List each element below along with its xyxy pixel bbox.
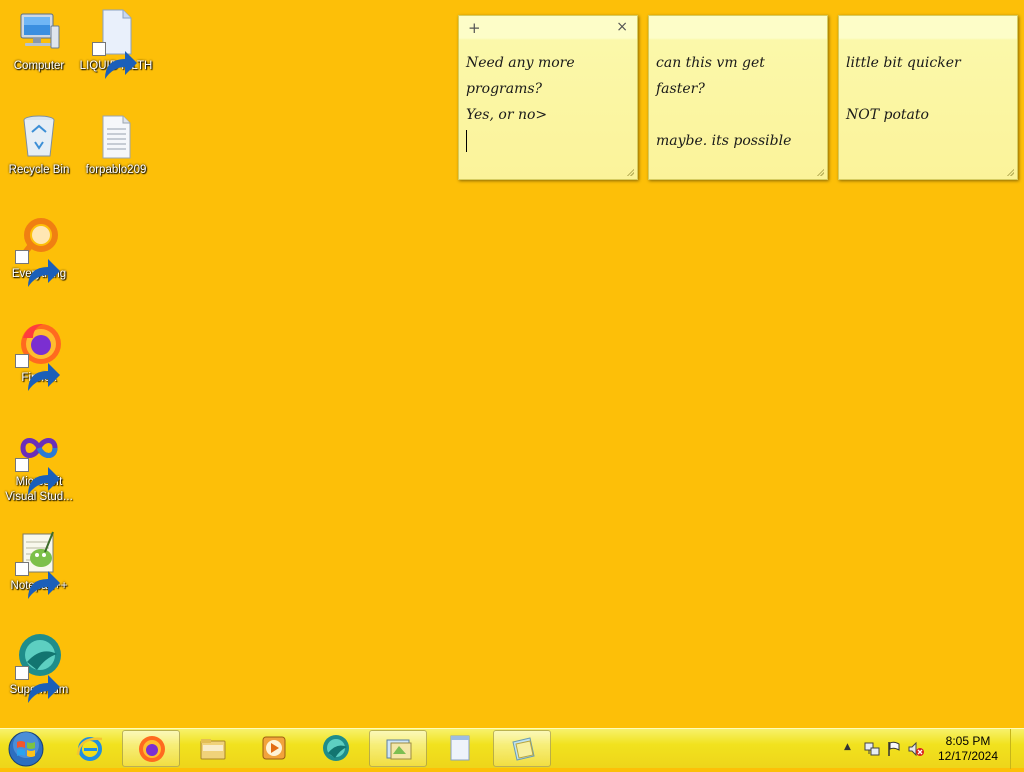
taskbar-windows-explorer[interactable] xyxy=(369,730,427,767)
clock-time: 8:05 PM xyxy=(945,734,991,748)
resize-grip-icon[interactable] xyxy=(1006,168,1014,176)
shortcut-arrow-icon xyxy=(15,562,60,599)
taskbar-file-explorer[interactable] xyxy=(184,730,242,767)
desktop-icon-supermium[interactable]: Supermium xyxy=(1,632,77,703)
visual-studio-icon xyxy=(15,424,63,495)
explorer-window-icon xyxy=(386,739,412,760)
desktop-icon-everything[interactable]: Everything xyxy=(1,216,77,287)
taskbar-internet-explorer[interactable] xyxy=(61,730,119,767)
recycle-bin-icon xyxy=(15,112,63,160)
new-note-button[interactable]: + xyxy=(468,19,481,37)
desktop-icon-visual-studio[interactable]: Microsoft Visual Stud... xyxy=(1,424,77,505)
delete-note-button[interactable]: × xyxy=(616,19,628,35)
network-icon[interactable] xyxy=(864,741,880,757)
sticky-note[interactable]: + × Need any more programs? Yes, or no> xyxy=(458,15,638,180)
shortcut-arrow-icon xyxy=(92,42,137,79)
taskbar-firefox[interactable] xyxy=(122,730,180,767)
taskbar-supermium[interactable] xyxy=(307,730,365,767)
clock-date: 12/17/2024 xyxy=(937,749,999,763)
shortcut-arrow-icon xyxy=(15,458,60,495)
internet-explorer-icon xyxy=(76,737,103,761)
taskbar-notepad[interactable] xyxy=(431,730,489,767)
start-button[interactable] xyxy=(4,730,48,768)
sticky-note-titlebar[interactable] xyxy=(649,16,827,40)
folder-icon xyxy=(200,739,226,760)
sticky-note-text[interactable]: Need any more programs? Yes, or no> xyxy=(459,40,637,154)
show-desktop-button[interactable] xyxy=(1010,729,1024,769)
sticky-note-titlebar[interactable] xyxy=(839,16,1017,40)
media-player-icon xyxy=(262,736,286,760)
sticky-note[interactable]: can this vm get faster? maybe. its possi… xyxy=(648,15,828,180)
taskbar-sticky-notes[interactable] xyxy=(493,730,551,767)
resize-grip-icon[interactable] xyxy=(816,168,824,176)
firefox-icon xyxy=(15,320,63,391)
sticky-notes-icon xyxy=(512,737,535,761)
desktop-icon-recycle-bin[interactable]: Recycle Bin xyxy=(1,112,77,178)
taskbar: ▲ 8:05 PM 12/17/2024 xyxy=(0,728,1024,769)
desktop-icon-computer[interactable]: Computer xyxy=(1,8,77,74)
desktop-icon-forpablo209[interactable]: forpablo209 xyxy=(78,112,154,178)
computer-icon xyxy=(15,8,63,56)
volume-muted-icon[interactable] xyxy=(908,741,924,757)
notepad-plus-plus-icon xyxy=(15,528,63,599)
notification-area: ▲ 8:05 PM 12/17/2024 xyxy=(834,729,1024,769)
desktop-icon-label: forpablo209 xyxy=(85,164,147,176)
supermium-icon xyxy=(323,735,349,761)
shortcut-arrow-icon xyxy=(15,250,60,287)
sticky-note-titlebar[interactable]: + × xyxy=(459,16,637,40)
notepad-icon xyxy=(450,735,470,761)
everything-icon xyxy=(15,216,63,287)
shortcut-arrow-icon xyxy=(15,354,60,391)
sticky-note-text[interactable]: little bit quicker NOT potato xyxy=(839,40,1017,128)
text-file-icon xyxy=(92,112,140,160)
desktop-icon-label: Recycle Bin xyxy=(8,164,70,176)
supermium-icon xyxy=(15,632,63,703)
clock[interactable]: 8:05 PM 12/17/2024 xyxy=(933,734,1003,764)
firefox-icon xyxy=(139,736,165,762)
desktop-icon-notepad-plus-plus[interactable]: Notepad++ xyxy=(1,528,77,599)
resize-grip-icon[interactable] xyxy=(626,168,634,176)
windows-logo-icon xyxy=(8,731,44,767)
shortcut-arrow-icon xyxy=(15,666,60,703)
sticky-note[interactable]: little bit quicker NOT potato xyxy=(838,15,1018,180)
desktop-icon-liquid-filth[interactable]: LIQUID FILTH xyxy=(78,8,154,79)
sticky-note-content: Need any more programs? Yes, or no> xyxy=(466,55,575,123)
text-cursor xyxy=(466,130,467,152)
desktop-icon-label: Computer xyxy=(13,60,65,72)
sticky-note-text[interactable]: can this vm get faster? maybe. its possi… xyxy=(649,40,827,154)
desktop-icon-firefox[interactable]: Firefox xyxy=(1,320,77,391)
show-hidden-icons-button[interactable]: ▲ xyxy=(844,742,851,752)
action-center-flag-icon[interactable] xyxy=(886,741,902,757)
document-icon xyxy=(92,8,140,79)
taskbar-media-player[interactable] xyxy=(245,730,303,767)
